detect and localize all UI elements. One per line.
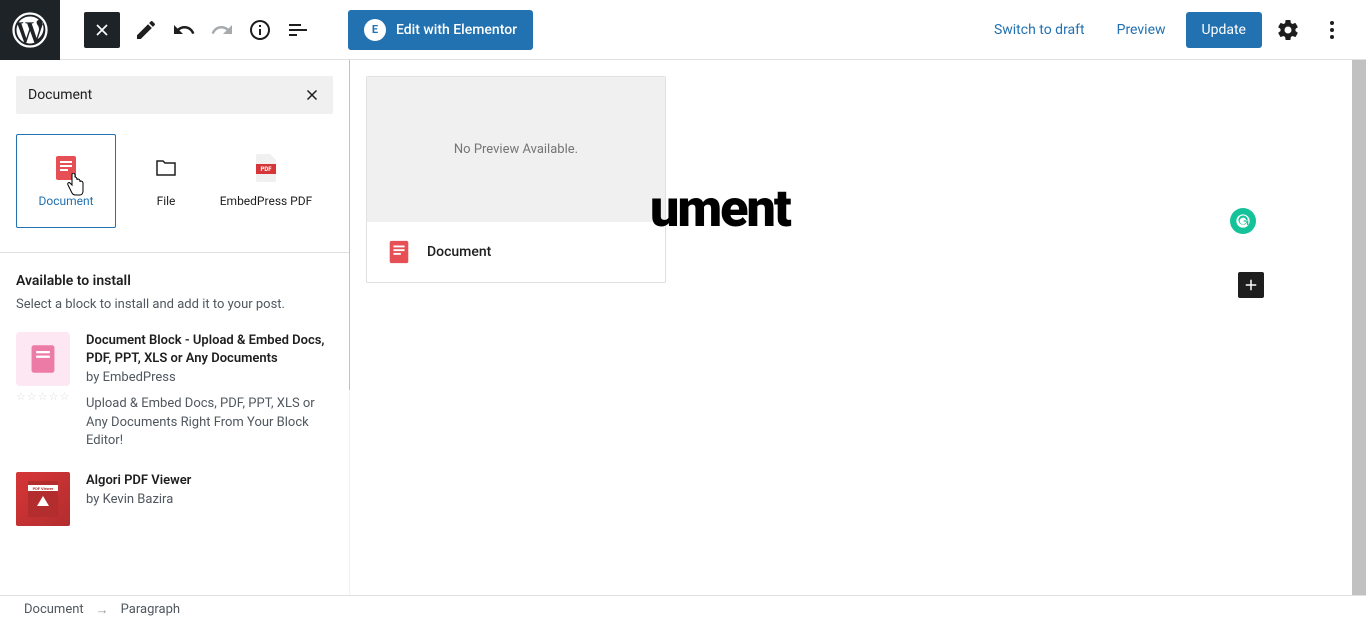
editor-canvas[interactable]: ument No Preview Available. Document [350, 60, 1366, 595]
cursor-hand-icon [65, 173, 85, 197]
block-results: Document File PDF EmbedPress PDF [16, 134, 333, 228]
undo-button[interactable] [166, 12, 202, 48]
switch-to-draft-button[interactable]: Switch to draft [982, 14, 1097, 46]
kebab-icon [1320, 18, 1344, 42]
close-inserter-button[interactable] [84, 12, 120, 48]
grammarly-icon [1235, 213, 1251, 229]
redo-icon [210, 18, 234, 42]
toolbar-tools [128, 12, 316, 48]
editor-topbar: E Edit with Elementor Switch to draft Pr… [0, 0, 1366, 60]
elementor-label: Edit with Elementor [396, 22, 517, 38]
block-inserter-panel: Document Document File [0, 60, 350, 595]
block-search-input[interactable]: Document [16, 76, 333, 114]
grammarly-badge[interactable] [1230, 208, 1256, 234]
svg-text:PDF: PDF [260, 166, 272, 173]
plus-icon [1242, 276, 1260, 294]
plugin-thumb-icon [16, 332, 70, 386]
plugin-rating: ☆☆☆☆☆ [16, 390, 70, 403]
info-button[interactable] [242, 12, 278, 48]
more-options-button[interactable] [1314, 12, 1350, 48]
svg-text:PDF Viewer: PDF Viewer [33, 486, 54, 491]
wordpress-icon [12, 12, 48, 48]
update-button[interactable]: Update [1186, 12, 1262, 48]
edit-with-elementor-button[interactable]: E Edit with Elementor [348, 10, 533, 50]
breadcrumb-item[interactable]: Paragraph [121, 602, 180, 617]
close-icon [92, 20, 112, 40]
undo-icon [172, 18, 196, 42]
available-to-install-heading: Available to install [16, 273, 333, 289]
gear-icon [1276, 18, 1300, 42]
document-icon [387, 239, 411, 265]
preview-block-label: Document [427, 244, 491, 260]
block-preview-popover: No Preview Available. Document [366, 76, 666, 283]
plugin-item-document-block[interactable]: ☆☆☆☆☆ Document Block - Upload & Embed Do… [16, 332, 333, 450]
info-icon [248, 18, 272, 42]
elementor-icon: E [364, 19, 386, 41]
block-embedpress-pdf[interactable]: PDF EmbedPress PDF [216, 134, 316, 228]
page-title-fragment: ument [650, 178, 790, 239]
outline-button[interactable] [280, 12, 316, 48]
list-view-icon [286, 18, 310, 42]
available-subtitle: Select a block to install and add it to … [16, 297, 333, 312]
pencil-icon [134, 18, 158, 42]
file-block-icon [152, 154, 180, 182]
search-value: Document [28, 87, 303, 103]
preview-button[interactable]: Preview [1105, 14, 1178, 46]
topbar-right-actions: Switch to draft Preview Update [982, 12, 1366, 48]
block-document[interactable]: Document [16, 134, 116, 228]
breadcrumb-item[interactable]: Document [24, 602, 84, 617]
settings-button[interactable] [1270, 12, 1306, 48]
add-block-button[interactable] [1238, 272, 1264, 298]
plugin-thumb-icon: PDF Viewer [16, 472, 70, 526]
edit-tool[interactable] [128, 12, 164, 48]
chevron-right-icon: → [96, 602, 109, 618]
plugin-item-algori[interactable]: PDF Viewer Algori PDF Viewer by Kevin Ba… [16, 472, 333, 526]
clear-search-icon[interactable] [303, 86, 321, 104]
embedpress-pdf-icon: PDF [252, 154, 280, 182]
preview-placeholder: No Preview Available. [367, 77, 665, 222]
redo-button[interactable] [204, 12, 240, 48]
wordpress-logo[interactable] [0, 0, 60, 60]
block-file[interactable]: File [116, 134, 216, 228]
block-breadcrumb: Document → Paragraph [0, 595, 1366, 623]
